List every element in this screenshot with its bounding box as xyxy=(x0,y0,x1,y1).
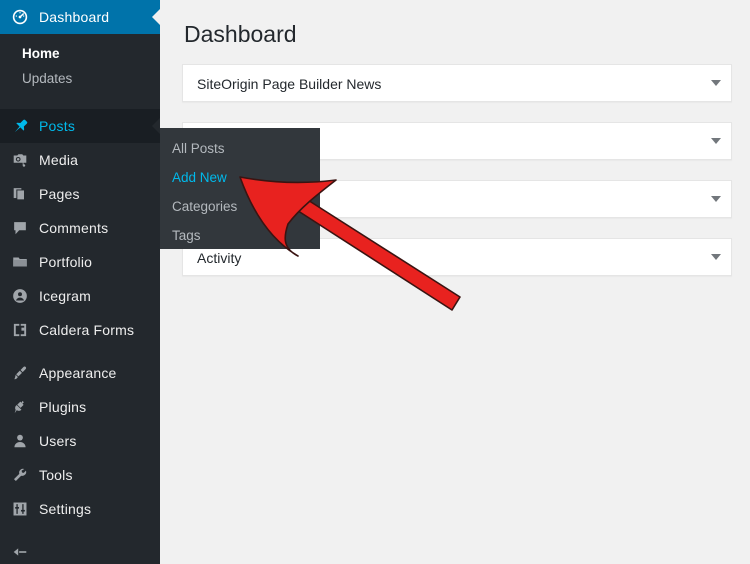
chevron-down-icon[interactable] xyxy=(711,195,721,202)
user-icon xyxy=(10,431,30,451)
sidebar-item-label: Media xyxy=(39,152,79,168)
sliders-icon xyxy=(10,499,30,519)
menu-separator xyxy=(0,347,160,356)
sidebar-item-comments[interactable]: Comments xyxy=(0,211,160,245)
sidebar-item-label: Icegram xyxy=(39,288,91,304)
sidebar-item-truncated[interactable] xyxy=(0,535,160,564)
sidebar-item-label: Posts xyxy=(39,118,76,134)
flyout-notch-icon xyxy=(152,118,160,134)
sidebar-item-label: Users xyxy=(39,433,77,449)
comment-bubble-icon xyxy=(10,218,30,238)
chevron-down-icon[interactable] xyxy=(711,253,721,260)
wordpress-admin-screen: Dashboard SiteOrigin Page Builder News A… xyxy=(0,0,750,564)
pages-icon xyxy=(10,184,30,204)
main-content-area: Dashboard SiteOrigin Page Builder News A… xyxy=(160,0,750,564)
sidebar-item-tools[interactable]: Tools xyxy=(0,458,160,492)
submenu-item-tags[interactable]: Tags xyxy=(160,222,320,251)
sidebar-item-label: Settings xyxy=(39,501,92,517)
sidebar-item-label: Portfolio xyxy=(39,254,93,270)
paintbrush-icon xyxy=(10,363,30,383)
wrench-icon xyxy=(10,465,30,485)
pin-icon xyxy=(10,116,30,136)
sidebar-item-appearance[interactable]: Appearance xyxy=(0,356,160,390)
sidebar-item-pages[interactable]: Pages xyxy=(0,177,160,211)
plug-icon xyxy=(10,397,30,417)
sidebar-item-plugins[interactable]: Plugins xyxy=(0,390,160,424)
page-title: Dashboard xyxy=(184,21,297,47)
sidebar-item-icegram[interactable]: Icegram xyxy=(0,279,160,313)
portfolio-folder-icon xyxy=(10,252,30,272)
sidebar-item-label: Plugins xyxy=(39,399,87,415)
form-bracket-icon xyxy=(10,320,30,340)
sidebar-item-label: Pages xyxy=(39,186,80,202)
sidebar-item-caldera-forms[interactable]: Caldera Forms xyxy=(0,313,160,347)
media-icon xyxy=(10,150,30,170)
sidebar-item-label: Comments xyxy=(39,220,109,236)
submenu-item-add-new[interactable]: Add New xyxy=(160,164,320,193)
submenu-item-home[interactable]: Home xyxy=(0,41,160,66)
sidebar-item-portfolio[interactable]: Portfolio xyxy=(0,245,160,279)
menu-separator xyxy=(0,526,160,535)
submenu-item-updates[interactable]: Updates xyxy=(0,66,160,91)
chevron-down-icon[interactable] xyxy=(711,137,721,144)
sidebar-item-settings[interactable]: Settings xyxy=(0,492,160,526)
menu-separator xyxy=(0,100,160,109)
dashboard-gauge-icon xyxy=(10,7,30,27)
dashboard-submenu: Home Updates xyxy=(0,34,160,100)
admin-sidebar-menu: Dashboard Home Updates Posts Media Pages… xyxy=(0,0,160,564)
collapse-arrow-icon xyxy=(10,542,30,562)
sidebar-item-label: Dashboard xyxy=(39,9,110,25)
submenu-item-categories[interactable]: Categories xyxy=(160,193,320,222)
panel-title: SiteOrigin Page Builder News xyxy=(197,75,382,92)
flyout-notch-icon xyxy=(152,9,160,25)
sidebar-item-posts[interactable]: Posts xyxy=(0,109,160,143)
sidebar-item-label: Tools xyxy=(39,467,73,483)
sidebar-item-media[interactable]: Media xyxy=(0,143,160,177)
submenu-item-all-posts[interactable]: All Posts xyxy=(160,135,320,164)
sidebar-item-dashboard[interactable]: Dashboard xyxy=(0,0,160,34)
dashboard-widget-panel[interactable]: SiteOrigin Page Builder News xyxy=(182,63,732,102)
posts-flyout-submenu: All Posts Add New Categories Tags xyxy=(160,128,320,249)
chevron-down-icon[interactable] xyxy=(711,79,721,86)
sidebar-item-label: Caldera Forms xyxy=(39,322,135,338)
user-circle-icon xyxy=(10,286,30,306)
sidebar-item-users[interactable]: Users xyxy=(0,424,160,458)
sidebar-item-label: Appearance xyxy=(39,365,117,381)
